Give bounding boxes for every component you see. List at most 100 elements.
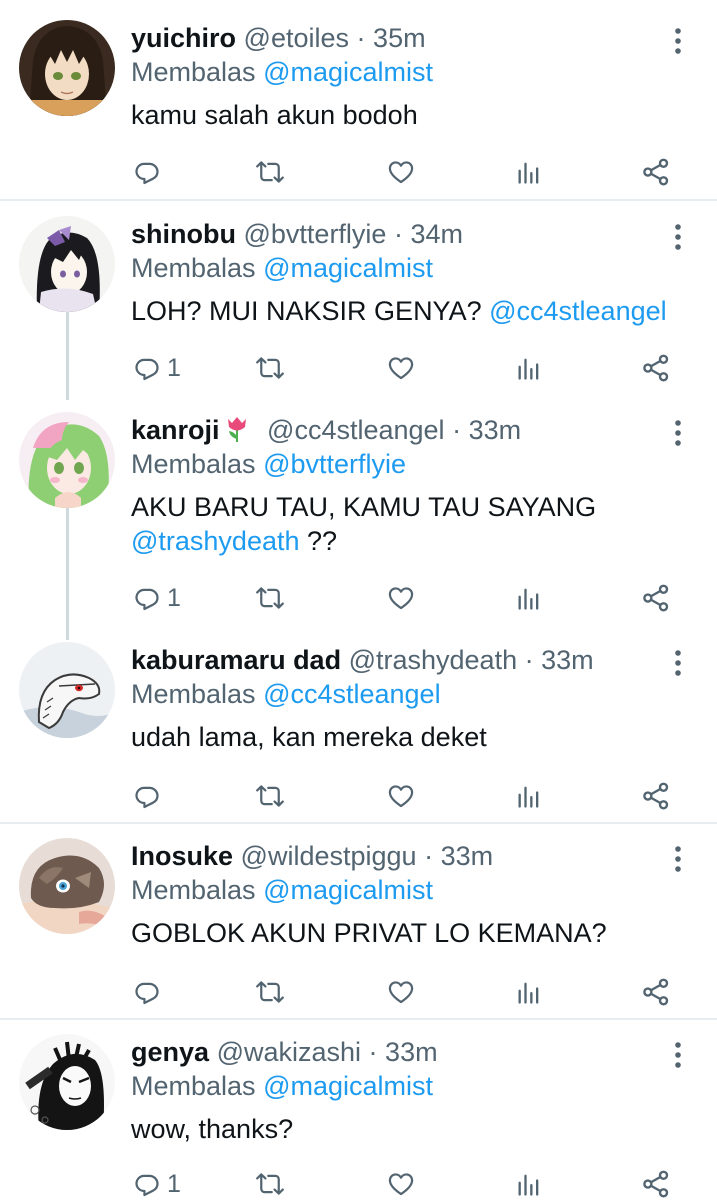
heart-icon [386,782,416,810]
avatar[interactable] [19,216,115,312]
retweet-button[interactable] [255,348,285,388]
tweet-text-content: LOH? MUI NAKSIR GENYA? [131,296,482,326]
username[interactable]: @wakizashi [217,1037,361,1067]
share-button[interactable] [641,972,671,1012]
display-name[interactable]: yuichiro [131,23,236,53]
username[interactable]: @bvtterflyie [244,219,387,249]
share-button[interactable] [641,348,671,388]
replying-to-mention[interactable]: @cc4stleangel [263,679,441,709]
display-name[interactable]: shinobu [131,219,236,249]
separator-dot: · [452,415,462,445]
avatar[interactable] [19,642,115,738]
like-button[interactable] [386,578,416,618]
retweet-button[interactable] [255,578,285,618]
tweet[interactable]: yuichiro @etoiles · 35m Membalas @magica… [0,0,717,200]
tweet[interactable]: kanroji @cc4stleangel · 33m Membalas @bv… [0,392,717,624]
timestamp[interactable]: 33m [469,415,522,445]
retweet-button[interactable] [255,776,285,816]
tweet-header: yuichiro @etoiles · 35m [131,22,426,54]
share-button[interactable] [641,152,671,192]
views-button[interactable] [515,152,543,192]
text-mention[interactable]: @cc4stleangel [489,296,667,326]
tweet[interactable]: Inosuke @wildestpiggu · 33m Membalas @ma… [0,818,717,1018]
tweet[interactable]: genya @wakizashi · 33m Membalas @magical… [0,1014,717,1200]
display-name[interactable]: genya [131,1037,209,1067]
tweet-text-content: kamu salah akun bodoh [131,100,418,130]
reply-icon [133,354,161,382]
replying-to-mention[interactable]: @bvtterflyie [263,449,406,479]
retweet-icon [255,978,285,1006]
reply-icon [133,158,161,186]
reply-button[interactable]: 1 [133,348,181,388]
replying-to-mention[interactable]: @magicalmist [263,253,433,283]
replying-to: Membalas @cc4stleangel [131,678,441,710]
replying-to-mention[interactable]: @magicalmist [263,1071,433,1101]
more-options-icon[interactable] [668,26,688,56]
more-options-icon[interactable] [668,648,688,678]
tweet-actions: 1 [0,578,717,618]
avatar[interactable] [19,412,115,508]
replying-to: Membalas @bvtterflyie [131,448,406,480]
share-button[interactable] [641,578,671,618]
reply-button[interactable] [133,776,167,816]
like-button[interactable] [386,1164,416,1200]
views-button[interactable] [515,348,543,388]
avatar[interactable] [19,838,115,934]
reply-icon [133,1170,161,1198]
like-button[interactable] [386,776,416,816]
views-button[interactable] [515,1164,543,1200]
reply-button[interactable] [133,972,167,1012]
share-button[interactable] [641,1164,671,1200]
avatar[interactable] [19,20,115,116]
timestamp[interactable]: 34m [410,219,463,249]
avatar[interactable] [19,1034,115,1130]
username[interactable]: @trashydeath [349,645,518,675]
tweet-text-suffix: ?? [307,526,338,556]
tweet-header: genya @wakizashi · 33m [131,1036,438,1068]
more-options-icon[interactable] [668,222,688,252]
tweet-text-content: wow, thanks? [131,1114,294,1144]
like-button[interactable] [386,972,416,1012]
tweet[interactable]: kaburamaru dad @trashydeath · 33m Membal… [0,622,717,822]
display-name[interactable]: kaburamaru dad [131,645,341,675]
views-icon [515,354,543,382]
share-button[interactable] [641,776,671,816]
text-mention[interactable]: @trashydeath [131,526,300,556]
heart-icon [386,978,416,1006]
reply-button[interactable] [133,152,167,192]
timestamp[interactable]: 35m [373,23,426,53]
timestamp[interactable]: 33m [441,841,494,871]
retweet-button[interactable] [255,152,285,192]
display-name[interactable]: kanroji [131,415,220,445]
reply-button[interactable]: 1 [133,1164,181,1200]
username[interactable]: @etoiles [244,23,349,53]
like-button[interactable] [386,152,416,192]
tweet[interactable]: shinobu @bvtterflyie · 34m Membalas @mag… [0,196,717,392]
views-button[interactable] [515,972,543,1012]
replying-to-label: Membalas [131,253,256,283]
replying-to-label: Membalas [131,679,256,709]
display-name[interactable]: Inosuke [131,841,233,871]
more-options-icon[interactable] [668,1040,688,1070]
replying-to-mention[interactable]: @magicalmist [263,875,433,905]
retweet-button[interactable] [255,1164,285,1200]
views-icon [515,158,543,186]
reply-icon [133,584,161,612]
more-options-icon[interactable] [668,418,688,448]
timestamp[interactable]: 33m [385,1037,438,1067]
retweet-button[interactable] [255,972,285,1012]
views-button[interactable] [515,578,543,618]
share-icon [641,781,671,811]
retweet-icon [255,158,285,186]
tweet-text: LOH? MUI NAKSIR GENYA? @cc4stleangel [131,294,691,328]
replying-to-mention[interactable]: @magicalmist [263,57,433,87]
reply-button[interactable]: 1 [133,578,181,618]
username[interactable]: @wildestpiggu [241,841,417,871]
views-button[interactable] [515,776,543,816]
more-options-icon[interactable] [668,844,688,874]
like-button[interactable] [386,348,416,388]
username[interactable]: @cc4stleangel [267,415,445,445]
replying-to-label: Membalas [131,449,256,479]
timestamp[interactable]: 33m [541,645,594,675]
heart-icon [386,1170,416,1198]
